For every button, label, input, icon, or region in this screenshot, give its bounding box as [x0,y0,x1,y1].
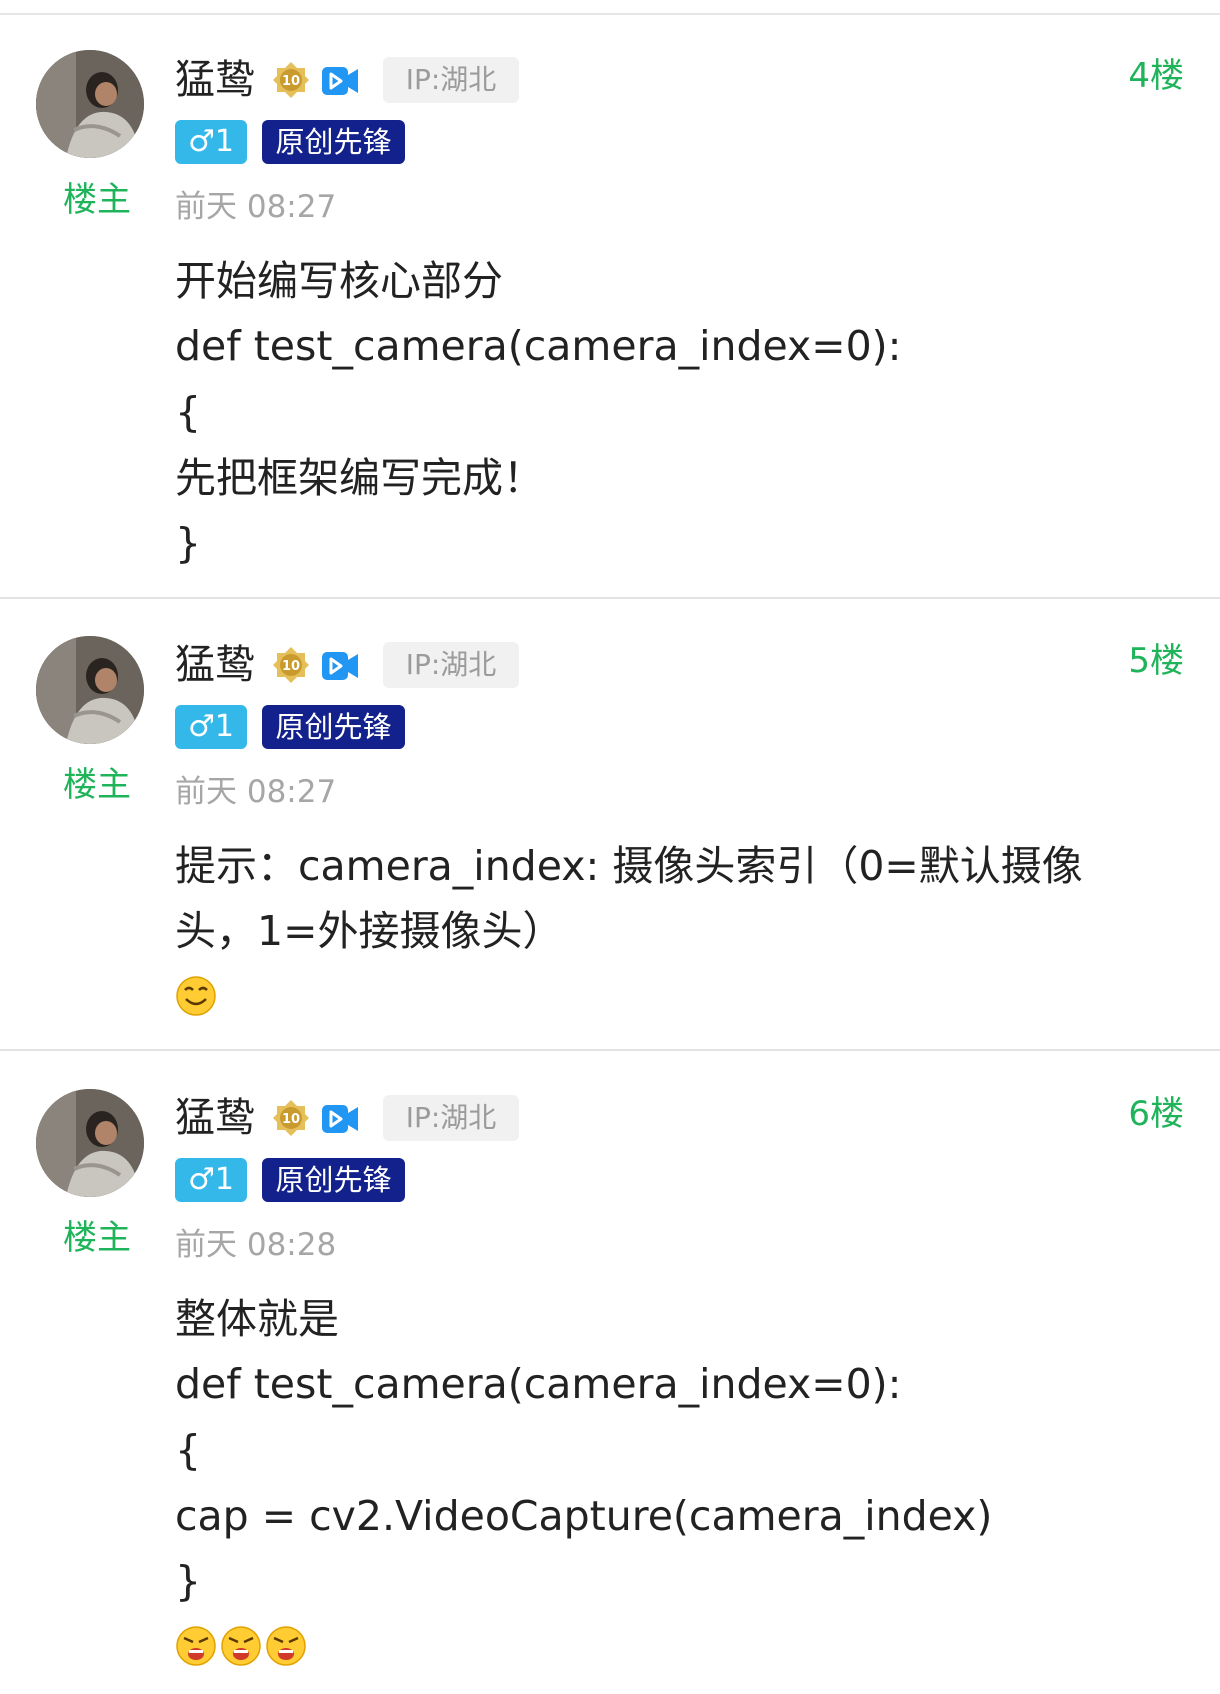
angry-emoji-icon [221,1626,261,1666]
gender-level-badge: ♂1 [175,705,247,749]
svg-text:10: 10 [282,74,300,89]
owner-label: 楼主 [63,180,131,220]
smile-emoji-icon [176,976,216,1016]
owner-label: 楼主 [63,1218,131,1258]
post-divider [0,1049,1220,1051]
ip-location-tag: IP:湖北 [383,57,519,103]
level-10-badge-icon: 10 [273,647,309,683]
user-avatar[interactable] [36,636,144,744]
post-timestamp: 前天 08:27 [175,774,337,810]
video-creator-icon [322,1105,358,1133]
gender-level-badge: ♂1 [175,1158,247,1202]
level-10-badge-icon: 10 [273,1100,309,1136]
username[interactable]: 猛鸷 [175,56,255,104]
angry-emoji-icon [266,1626,306,1666]
user-avatar[interactable] [36,1089,144,1197]
post-content-line: def test_camera(camera_index=0): [175,1360,902,1408]
level-10-badge-icon: 10 [273,62,309,98]
gender-level-badge: ♂1 [175,120,247,164]
post-timestamp: 前天 08:27 [175,189,337,225]
post-content-line: def test_camera(camera_index=0): [175,322,902,370]
post-timestamp: 前天 08:28 [175,1227,337,1263]
floor-number: 5楼 [1128,641,1184,681]
post-content-line: { [175,388,202,436]
user-avatar[interactable] [36,50,144,158]
ip-location-tag: IP:湖北 [383,1095,519,1141]
owner-label: 楼主 [63,765,131,805]
post-content-line: 开始编写核心部分 [175,257,503,305]
post-divider [0,597,1220,599]
username[interactable]: 猛鸷 [175,641,255,689]
post-content-line: cap = cv2.VideoCapture(camera_index) [175,1492,993,1540]
floor-number: 6楼 [1128,1094,1184,1134]
post-content-line: 整体就是 [175,1295,339,1343]
top-divider [0,13,1220,15]
svg-text:10: 10 [282,1112,300,1127]
video-creator-icon [322,652,358,680]
post-content-line: } [175,519,202,567]
post-content-line: } [175,1557,202,1605]
title-badge: 原创先锋 [262,120,405,164]
post-content-line: 先把框架编写完成！ [175,454,544,502]
floor-number: 4楼 [1128,56,1184,96]
svg-text:10: 10 [282,659,300,674]
ip-location-tag: IP:湖北 [383,642,519,688]
title-badge: 原创先锋 [262,1158,405,1202]
post-content-line: { [175,1426,202,1474]
angry-emoji-icon [176,1626,216,1666]
video-creator-icon [322,67,358,95]
post-content-line: 提示：camera_index: 摄像头索引（0=默认摄像 [175,842,1083,890]
title-badge: 原创先锋 [262,705,405,749]
post-content-line: 头，1=外接摄像头） [175,907,564,955]
username[interactable]: 猛鸷 [175,1094,255,1142]
